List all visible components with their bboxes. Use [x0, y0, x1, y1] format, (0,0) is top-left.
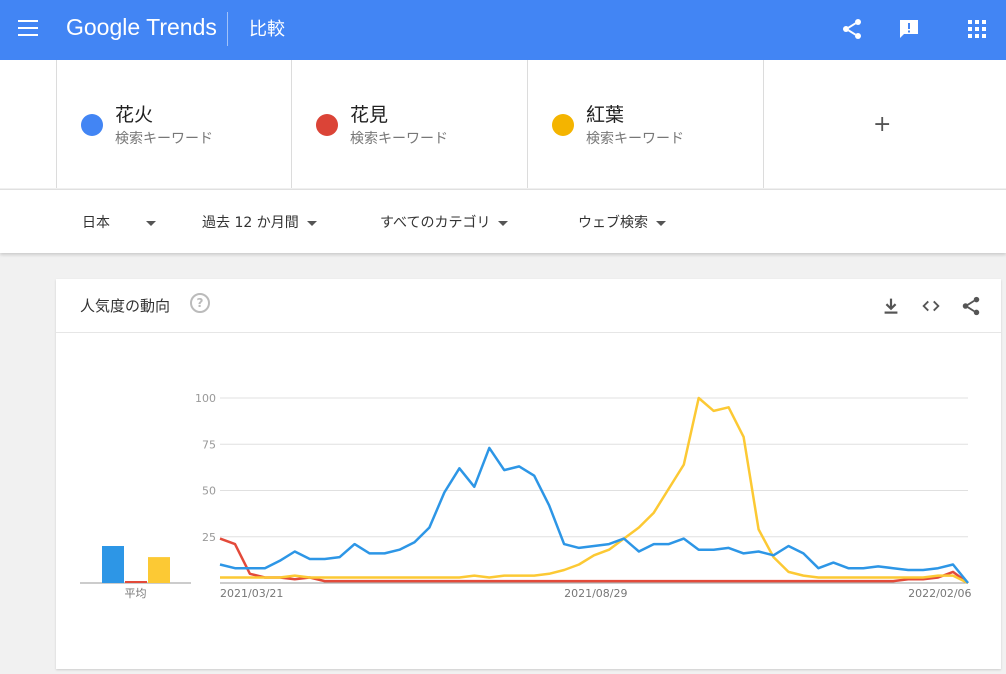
- category-filter[interactable]: すべてのカテゴリ: [380, 212, 509, 232]
- header-divider: [227, 12, 228, 46]
- term-color-dot: [81, 114, 103, 136]
- period-filter-label: 過去 12 か月間: [202, 215, 299, 231]
- region-filter[interactable]: 日本: [82, 212, 156, 232]
- top-app-bar: Google Trends 比較: [0, 0, 1006, 60]
- download-icon[interactable]: [880, 295, 902, 317]
- search-type-filter-label: ウェブ検索: [578, 215, 648, 231]
- term-type: 検索キーワード: [115, 131, 213, 147]
- region-filter-label: 日本: [82, 215, 110, 231]
- chevron-down-icon: [498, 220, 509, 226]
- period-filter[interactable]: 過去 12 か月間: [202, 212, 317, 232]
- logo-google: Google: [66, 14, 141, 40]
- google-trends-logo[interactable]: Google Trends: [66, 14, 217, 41]
- page-title: 比較: [249, 19, 285, 40]
- term-type: 検索キーワード: [350, 131, 448, 147]
- term-name: 花見: [350, 104, 389, 126]
- embed-icon[interactable]: [920, 295, 942, 317]
- apps-icon[interactable]: [965, 17, 989, 41]
- term-color-dot: [552, 114, 574, 136]
- share-icon[interactable]: [960, 295, 982, 317]
- term-card-2[interactable]: 花見 検索キーワード: [292, 60, 528, 188]
- card-header: 人気度の動向 ?: [56, 279, 1001, 333]
- term-type: 検索キーワード: [586, 131, 684, 147]
- category-filter-label: すべてのカテゴリ: [380, 215, 491, 231]
- interest-over-time-card: 人気度の動向 ?: [56, 279, 1001, 669]
- menu-icon[interactable]: [18, 20, 38, 36]
- share-icon[interactable]: [840, 17, 864, 41]
- term-color-dot: [316, 114, 338, 136]
- search-type-filter[interactable]: ウェブ検索: [578, 212, 666, 232]
- card-title: 人気度の動向: [80, 297, 171, 315]
- feedback-icon[interactable]: [897, 17, 921, 41]
- term-card-1[interactable]: 花火 検索キーワード: [56, 60, 292, 188]
- logo-trends: Trends: [146, 14, 217, 40]
- add-term-button[interactable]: +: [873, 112, 891, 137]
- chevron-down-icon: [306, 220, 317, 226]
- filter-bar: 日本 過去 12 か月間 すべてのカテゴリ ウェブ検索: [0, 189, 1006, 253]
- term-card-3[interactable]: 紅葉 検索キーワード: [528, 60, 764, 188]
- chevron-down-icon: [146, 220, 156, 226]
- help-icon[interactable]: ?: [190, 293, 210, 313]
- term-name: 花火: [115, 104, 154, 126]
- search-terms-bar: 花火 検索キーワード 花見 検索キーワード 紅葉 検索キーワード +: [0, 60, 1006, 188]
- term-name: 紅葉: [586, 104, 625, 126]
- chevron-down-icon: [656, 220, 666, 226]
